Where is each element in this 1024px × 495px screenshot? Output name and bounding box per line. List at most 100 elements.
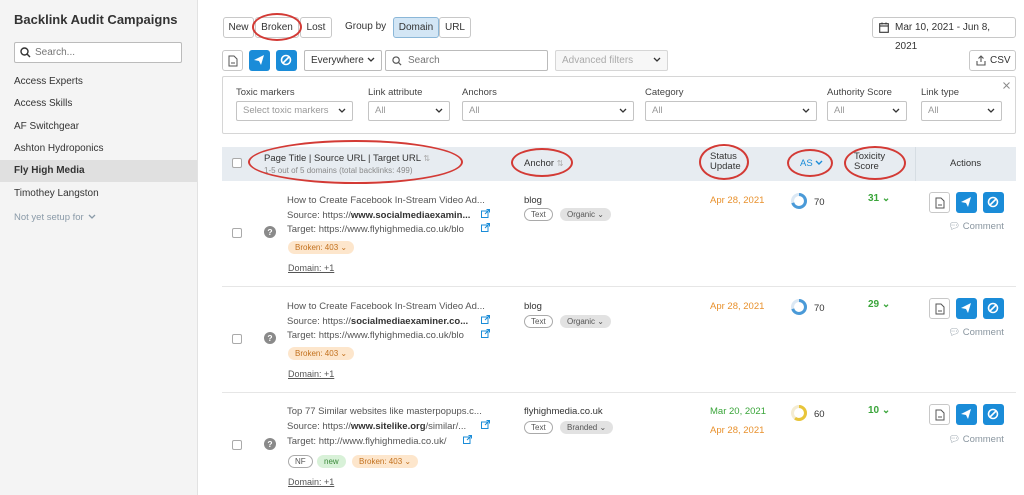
column-toxicity-score[interactable]: Toxicity Score: [854, 152, 885, 172]
target-prefix: Target:: [287, 224, 319, 235]
tag-label: Broken: 403: [295, 243, 339, 252]
search-input[interactable]: [408, 55, 538, 66]
filter-label-link-type: Link type: [921, 87, 960, 98]
chevron-down-icon: [987, 108, 995, 113]
domain-more-link[interactable]: Domain: +1: [288, 263, 334, 273]
sidebar-item-access-experts[interactable]: Access Experts: [0, 71, 197, 93]
anchor-tag-text: Text: [524, 421, 553, 434]
filter-link-type[interactable]: All: [921, 101, 1002, 121]
question-icon[interactable]: ?: [264, 226, 276, 238]
sidebar-item-timothey-langston[interactable]: Timothey Langston: [0, 183, 197, 205]
external-link-icon[interactable]: [481, 420, 490, 429]
send-to-outreach-button[interactable]: [249, 50, 270, 71]
row-checkbox[interactable]: [232, 334, 242, 344]
column-as[interactable]: AS: [800, 158, 823, 169]
search-box[interactable]: [385, 50, 548, 71]
row-divider: [222, 392, 1016, 393]
external-link-icon[interactable]: [481, 209, 490, 218]
toxicity-score[interactable]: 31 ⌄: [868, 193, 890, 204]
date-range-picker[interactable]: Mar 10, 2021 - Jun 8, 2021: [872, 17, 1016, 52]
filter-authority-score[interactable]: All: [827, 101, 907, 121]
advanced-filters-dropdown[interactable]: Advanced filters: [555, 50, 668, 71]
status-tag-broken[interactable]: Broken: 403 ⌄: [288, 241, 355, 254]
row-send-button[interactable]: [956, 298, 977, 319]
external-link-icon[interactable]: [481, 329, 490, 338]
row-target-url[interactable]: Target: https://www.flyhighmedia.co.uk/b…: [287, 224, 464, 235]
csv-export-button[interactable]: CSV: [969, 50, 1016, 71]
filter-anchors[interactable]: All: [462, 101, 634, 121]
not-yet-setup-label: Not yet setup for: [14, 212, 84, 223]
close-icon[interactable]: [1003, 82, 1010, 89]
comment-label: Comment: [962, 221, 1004, 232]
row-page-title[interactable]: How to Create Facebook In-Stream Video A…: [287, 195, 485, 206]
external-link-icon[interactable]: [481, 315, 490, 324]
row-anchor-text: flyhighmedia.co.uk: [524, 406, 603, 417]
status-tag-broken[interactable]: Broken: 403 ⌄: [352, 455, 419, 468]
tag-label: Organic: [567, 317, 596, 326]
toxicity-score[interactable]: 10 ⌄: [868, 405, 890, 416]
external-link-icon[interactable]: [481, 223, 490, 232]
anchor-tag-category[interactable]: Organic ⌄: [560, 315, 611, 328]
tag-label: Branded: [567, 423, 598, 432]
disavow-button[interactable]: [276, 50, 297, 71]
row-disavow-button[interactable]: [983, 192, 1004, 213]
target-url: https://www.flyhighmedia.co.uk/blo: [318, 224, 464, 235]
toxicity-score[interactable]: 29 ⌄: [868, 299, 890, 310]
question-icon[interactable]: ?: [264, 438, 276, 450]
question-icon[interactable]: ?: [264, 332, 276, 344]
row-export-button[interactable]: [929, 404, 950, 425]
table-header: Page Title | Source URL | Target URL ⇅ 1…: [222, 147, 1016, 181]
domain-more-link[interactable]: Domain: +1: [288, 369, 334, 379]
group-url[interactable]: URL: [439, 17, 471, 38]
scope-dropdown[interactable]: Everywhere: [304, 50, 382, 71]
filter-link-attribute[interactable]: All: [368, 101, 450, 121]
status-tag-broken[interactable]: Broken: 403 ⌄: [288, 347, 355, 360]
row-disavow-button[interactable]: [983, 404, 1004, 425]
row-disavow-button[interactable]: [983, 298, 1004, 319]
row-send-button[interactable]: [956, 192, 977, 213]
sidebar-search-input[interactable]: [35, 45, 175, 60]
row-source-url[interactable]: Source: https://socialmediaexaminer.co..…: [287, 316, 468, 327]
tag-new: new: [317, 455, 346, 468]
row-target-url[interactable]: Target: http://www.flyhighmedia.co.uk/: [287, 436, 446, 447]
row-export-button[interactable]: [929, 298, 950, 319]
anchor-tag-category[interactable]: Branded ⌄: [560, 421, 614, 434]
sidebar-item-fly-high-media[interactable]: Fly High Media: [0, 160, 197, 182]
row-anchor-text: blog: [524, 195, 542, 206]
filter-toxic-markers[interactable]: Select toxic markers: [236, 101, 353, 121]
row-checkbox[interactable]: [232, 440, 242, 450]
column-anchor[interactable]: Anchor ⇅: [524, 158, 563, 169]
not-yet-setup-toggle[interactable]: Not yet setup for: [14, 212, 96, 223]
filter-category[interactable]: All: [645, 101, 817, 121]
sidebar-item-access-skills[interactable]: Access Skills: [0, 93, 197, 115]
tab-lost[interactable]: Lost: [300, 17, 332, 38]
external-link-icon[interactable]: [463, 435, 472, 444]
row-page-title[interactable]: How to Create Facebook In-Stream Video A…: [287, 301, 485, 312]
comment-link[interactable]: 💬︎ Comment: [948, 434, 1004, 445]
tab-new[interactable]: New: [223, 17, 254, 38]
group-domain[interactable]: Domain: [393, 17, 439, 38]
column-page-title[interactable]: Page Title | Source URL | Target URL ⇅: [264, 153, 430, 164]
row-page-title[interactable]: Top 77 Similar websites like masterpopup…: [287, 406, 482, 417]
target-prefix: Target:: [287, 436, 319, 447]
comment-link[interactable]: 💬︎ Comment: [948, 221, 1004, 232]
filter-label-authority-score: Authority Score: [827, 87, 892, 98]
column-status-update[interactable]: Status Update: [710, 152, 741, 172]
row-send-button[interactable]: [956, 404, 977, 425]
select-all-checkbox[interactable]: [232, 158, 242, 168]
export-button[interactable]: [222, 50, 243, 71]
row-checkbox[interactable]: [232, 228, 242, 238]
anchor-tag-category[interactable]: Organic ⌄: [560, 208, 611, 221]
tab-broken[interactable]: Broken: [255, 17, 299, 38]
row-export-button[interactable]: [929, 192, 950, 213]
comment-link[interactable]: 💬︎ Comment: [948, 327, 1004, 338]
row-source-url[interactable]: Source: https://www.socialmediaexamin...: [287, 210, 470, 221]
comment-icon: 💬︎: [948, 327, 961, 338]
sidebar-item-af-switchgear[interactable]: AF Switchgear: [0, 116, 197, 138]
sidebar-search[interactable]: [14, 42, 182, 63]
row-source-url[interactable]: Source: https://www.sitelike.org/similar…: [287, 421, 466, 432]
row-target-url[interactable]: Target: https://www.flyhighmedia.co.uk/b…: [287, 330, 464, 341]
sidebar-item-ashton-hydroponics[interactable]: Ashton Hydroponics: [0, 138, 197, 160]
domain-more-link[interactable]: Domain: +1: [288, 477, 334, 487]
source-prefix: Source:: [287, 421, 323, 432]
